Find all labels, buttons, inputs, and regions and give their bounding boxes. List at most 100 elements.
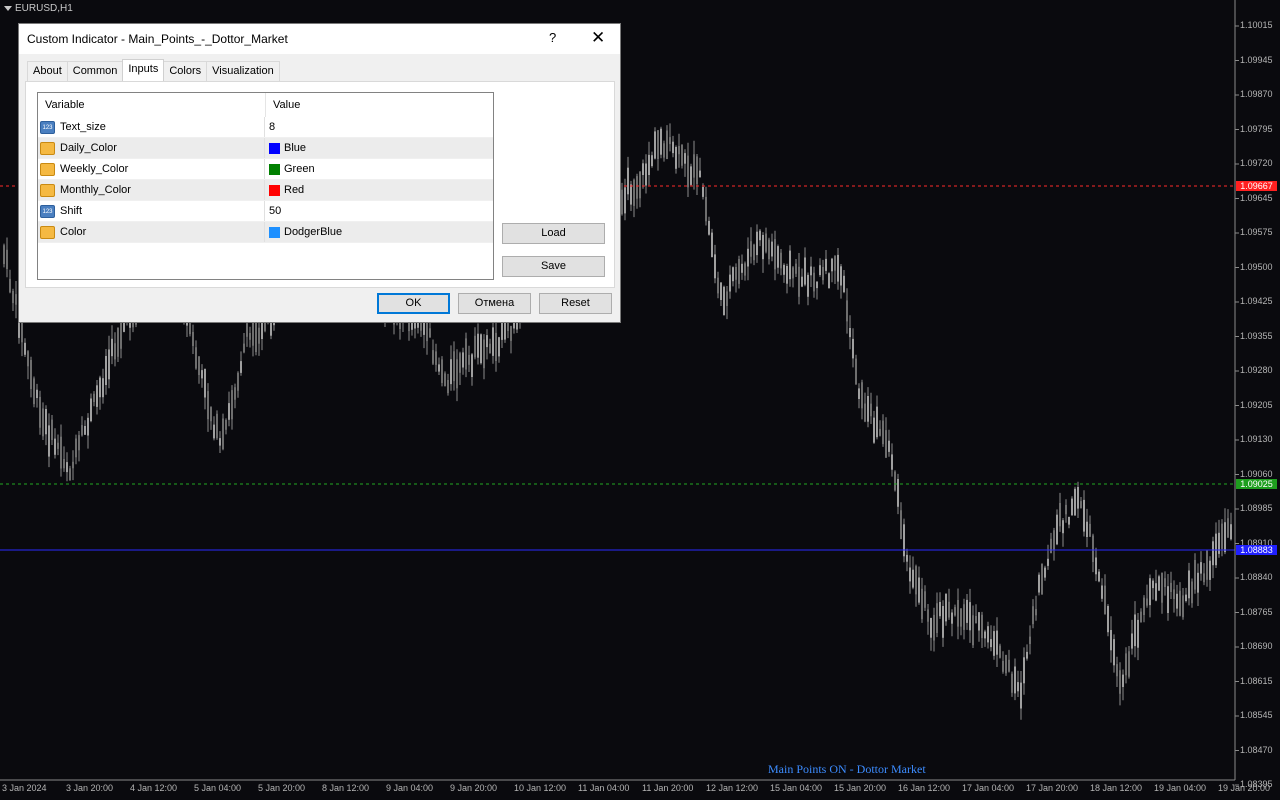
tab-colors[interactable]: Colors <box>163 61 208 81</box>
candle-body <box>54 438 56 455</box>
candle-body <box>837 254 839 282</box>
candle-body <box>450 359 452 385</box>
dialog-titlebar[interactable]: Custom Indicator - Main_Points_-_Dottor_… <box>19 24 620 54</box>
candle-body <box>1053 530 1055 551</box>
candle-body <box>924 591 926 608</box>
candle-body <box>459 353 461 373</box>
candle-body <box>1155 583 1157 601</box>
candle-body <box>1074 488 1076 516</box>
candle-body <box>933 614 935 641</box>
candle-body <box>813 272 815 292</box>
ok-button[interactable]: OK <box>377 293 450 314</box>
candle-body <box>951 612 953 624</box>
candle-body <box>780 252 782 269</box>
help-button[interactable]: ? <box>549 30 556 45</box>
candle-body <box>918 577 920 603</box>
candle-body <box>1197 572 1199 593</box>
candle-body <box>246 323 248 337</box>
candle-body <box>846 300 848 322</box>
candle-body <box>435 351 437 365</box>
tab-inputs[interactable]: Inputs <box>122 59 165 81</box>
candle-body <box>1089 523 1091 537</box>
candle-body <box>1071 498 1073 516</box>
candle-body <box>1176 593 1178 609</box>
table-row[interactable]: Color DodgerBlue <box>38 222 493 243</box>
candle-body <box>867 396 869 422</box>
color-param-icon <box>40 183 55 197</box>
time-axis-label: 8 Jan 12:00 <box>322 783 370 793</box>
candle-body <box>852 338 854 359</box>
candle-body <box>486 335 488 348</box>
time-axis-label: 11 Jan 20:00 <box>642 783 694 793</box>
candle-body <box>1002 661 1004 672</box>
time-axis-label: 5 Jan 20:00 <box>258 783 306 793</box>
table-row[interactable]: Monthly_Color Red <box>38 180 493 201</box>
color-swatch <box>269 226 280 238</box>
table-row[interactable]: 123 Text_size 8 <box>38 117 493 138</box>
candle-body <box>1212 541 1214 566</box>
param-value[interactable]: DodgerBlue <box>284 226 342 238</box>
candle-body <box>1080 501 1082 509</box>
candle-body <box>819 265 821 275</box>
price-axis-label: 1.08615 <box>1240 675 1273 686</box>
candle-body <box>234 387 236 400</box>
save-button[interactable]: Save <box>502 256 605 277</box>
candle-body <box>1200 562 1202 574</box>
color-swatch <box>269 163 280 175</box>
param-value[interactable]: Green <box>284 163 315 175</box>
candle-body <box>876 406 878 438</box>
candle-body <box>630 184 632 205</box>
candle-body <box>456 359 458 389</box>
candle-body <box>1023 657 1025 684</box>
candle-body <box>1125 653 1127 676</box>
table-row[interactable]: Weekly_Color Green <box>38 159 493 180</box>
candle-body <box>69 468 71 481</box>
reset-button[interactable]: Reset <box>539 293 612 314</box>
column-variable[interactable]: Variable <box>38 93 266 117</box>
table-row[interactable]: 123 Shift 50 <box>38 201 493 222</box>
candle-body <box>12 291 14 304</box>
candle-body <box>1050 538 1052 554</box>
column-value[interactable]: Value <box>266 93 300 117</box>
candle-body <box>1128 651 1130 677</box>
close-icon[interactable]: ✕ <box>591 28 605 48</box>
candle-body <box>990 639 992 648</box>
load-button[interactable]: Load <box>502 223 605 244</box>
candle-body <box>759 230 761 241</box>
candle-body <box>681 144 683 166</box>
price-axis-label: 1.08765 <box>1240 606 1273 617</box>
color-param-icon <box>40 141 55 155</box>
candle-body <box>444 373 446 387</box>
param-value[interactable]: Blue <box>284 142 306 154</box>
candle-body <box>78 435 80 451</box>
candle-body <box>945 593 947 622</box>
candle-body <box>237 372 239 391</box>
candle-body <box>1029 636 1031 644</box>
candle-body <box>225 420 227 430</box>
candle-body <box>1185 594 1187 601</box>
chart-symbol[interactable]: EURUSD,H1 <box>4 3 73 14</box>
numeric-param-icon: 123 <box>40 120 55 134</box>
param-value[interactable]: 50 <box>269 205 281 217</box>
candle-body <box>669 137 671 145</box>
candle-body <box>732 267 734 282</box>
candle-body <box>9 278 11 293</box>
tab-visualization[interactable]: Visualization <box>206 61 280 81</box>
candle-body <box>765 233 767 252</box>
candle-body <box>1206 550 1208 580</box>
candle-body <box>471 354 473 377</box>
tab-common[interactable]: Common <box>66 61 124 81</box>
tab-about[interactable]: About <box>27 61 68 81</box>
cancel-button[interactable]: Отмена <box>458 293 531 314</box>
candle-body <box>1110 630 1112 651</box>
param-value[interactable]: Red <box>284 184 304 196</box>
time-axis-label: 3 Jan 20:00 <box>66 783 114 793</box>
candle-body <box>687 155 689 188</box>
param-name: Daily_Color <box>60 142 117 154</box>
candle-body <box>921 588 923 620</box>
price-axis-label: 1.08985 <box>1240 503 1273 513</box>
candle-body <box>111 338 113 357</box>
param-value[interactable]: 8 <box>269 121 275 133</box>
candle-body <box>510 326 512 341</box>
table-row[interactable]: Daily_Color Blue <box>38 138 493 159</box>
